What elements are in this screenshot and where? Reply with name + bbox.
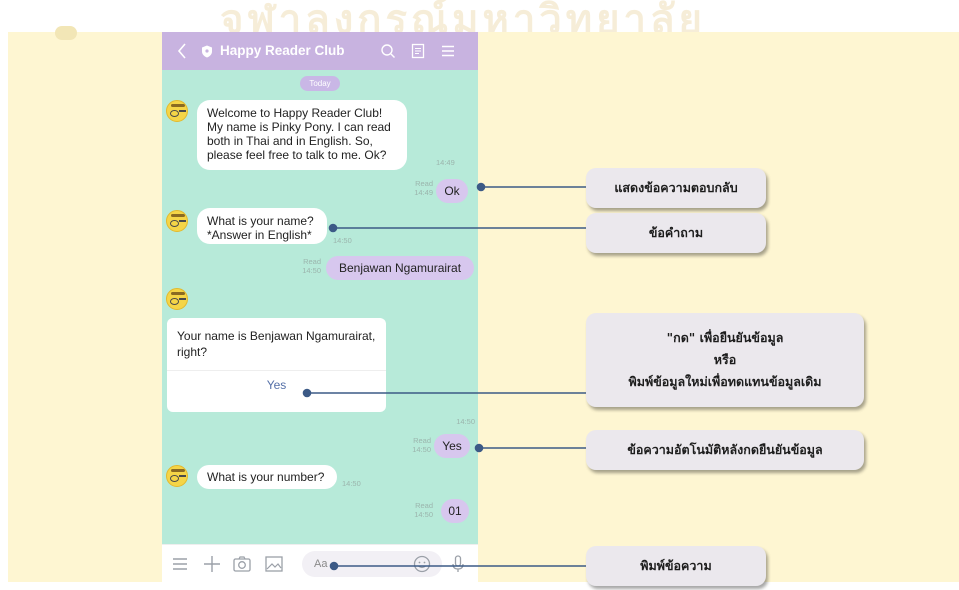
callout-type-message: พิมพ์ข้อความ (586, 546, 766, 586)
read-receipt: Read 14:49 (414, 179, 433, 197)
read-receipt: Read 14:50 (302, 257, 321, 275)
message-input-placeholder: Aa (314, 558, 328, 570)
menu-icon[interactable] (440, 43, 456, 59)
message-time: 14:49 (436, 158, 455, 167)
read-receipt: Read 14:50 (412, 436, 431, 454)
input-bar: Aa (162, 544, 478, 582)
card-divider (167, 370, 386, 371)
welcome-message: Welcome to Happy Reader Club! My name is… (197, 100, 407, 170)
chat-title: Happy Reader Club (220, 43, 345, 58)
date-chip: Today (300, 76, 340, 91)
mic-icon[interactable] (448, 554, 468, 574)
list-icon[interactable] (170, 554, 190, 574)
message-time: 14:50 (456, 417, 475, 426)
message-time: 14:50 (342, 479, 361, 488)
background-panel (8, 32, 959, 582)
ok-reply-bubble: Ok (436, 179, 468, 203)
plus-icon[interactable] (202, 554, 222, 574)
back-chevron-icon[interactable] (176, 42, 188, 60)
chat-header: Happy Reader Club (162, 32, 478, 70)
bot-avatar[interactable] (166, 465, 188, 487)
shield-icon (202, 45, 212, 58)
search-icon[interactable] (380, 43, 396, 59)
bot-avatar[interactable] (166, 288, 188, 310)
bot-avatar[interactable] (166, 100, 188, 122)
canvas: จุฬาลงกรณ์มหาวิทยาลัย Happy Reader Club … (0, 0, 959, 590)
message-time: 14:50 (333, 236, 352, 245)
callout-reply-display: แสดงข้อความตอบกลับ (586, 168, 766, 208)
name-reply-bubble: Benjawan Ngamurairat (326, 256, 474, 280)
decorative-shape (55, 26, 77, 40)
name-question-message: What is your name? *Answer in English* (197, 208, 327, 244)
emoji-icon[interactable] (412, 554, 432, 574)
number-reply-bubble: 01 (441, 499, 469, 523)
read-receipt: Read 14:50 (414, 501, 433, 519)
image-icon[interactable] (264, 554, 284, 574)
callout-auto-message: ข้อความอัตโนมัติหลังกดยืนยันข้อมูล (586, 430, 864, 470)
confirm-question: Your name is Benjawan Ngamurairat, right… (177, 329, 376, 359)
notes-icon[interactable] (410, 43, 426, 59)
yes-reply-bubble: Yes (434, 434, 470, 458)
camera-icon[interactable] (232, 554, 252, 574)
callout-confirm-or-retype: "กด" เพื่อยืนยันข้อมูล หรือ พิมพ์ข้อมูลใ… (586, 313, 864, 407)
chat-phone-screen: Happy Reader Club Today Welcome to Happy… (162, 32, 478, 582)
confirm-yes-button[interactable]: Yes (167, 378, 386, 392)
bot-avatar[interactable] (166, 210, 188, 232)
callout-question: ข้อคำถาม (586, 213, 766, 253)
confirm-card: Your name is Benjawan Ngamurairat, right… (167, 318, 386, 412)
number-question-message: What is your number? (197, 465, 337, 489)
